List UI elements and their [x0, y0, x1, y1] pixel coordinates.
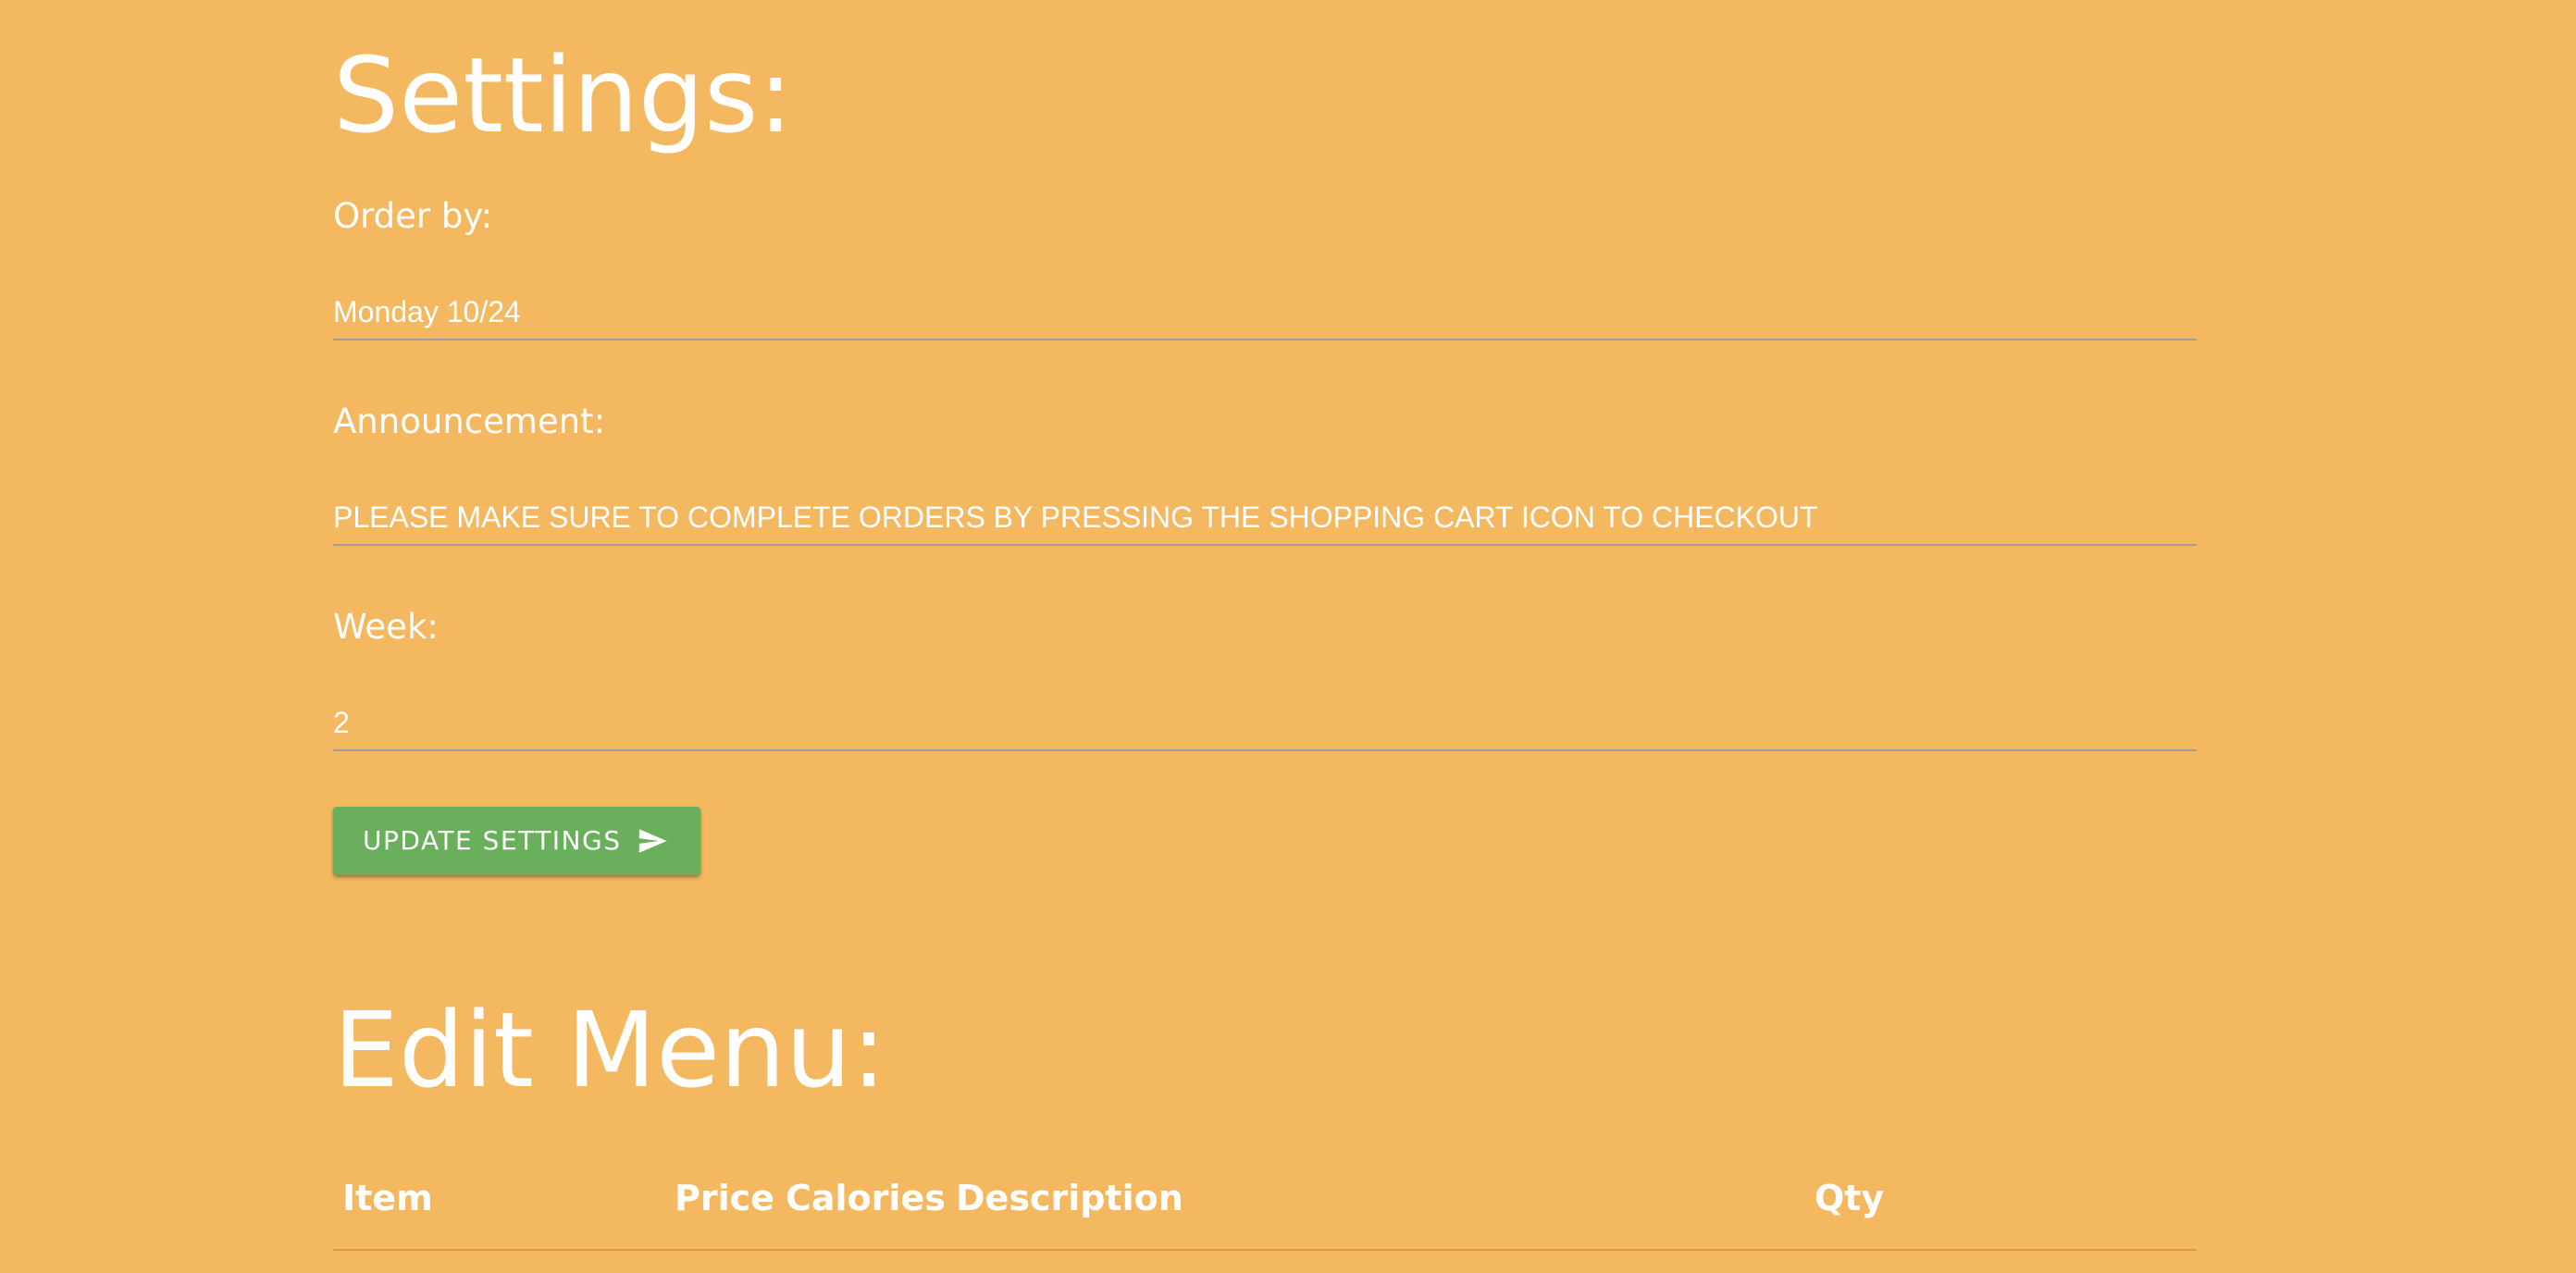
- send-icon: [638, 829, 667, 853]
- announcement-field: [333, 490, 2197, 546]
- edit-menu-title: Edit Menu:: [333, 991, 886, 1111]
- order-by-field: [333, 285, 2197, 340]
- announcement-label: Announcement:: [333, 402, 606, 441]
- column-header-calories: Calories: [786, 1178, 946, 1218]
- update-settings-label: UPDATE SETTINGS: [363, 825, 622, 856]
- week-input[interactable]: [333, 696, 2197, 749]
- order-by-label: Order by:: [333, 196, 493, 236]
- column-header-description: Description: [956, 1178, 1183, 1218]
- order-by-input[interactable]: [333, 285, 2197, 339]
- settings-title: Settings:: [333, 36, 794, 156]
- announcement-input[interactable]: [333, 490, 2197, 544]
- week-field: [333, 696, 2197, 751]
- column-header-qty: Qty: [1814, 1178, 1885, 1218]
- week-label: Week:: [333, 607, 439, 647]
- table-header-divider: [333, 1249, 2197, 1251]
- update-settings-button[interactable]: UPDATE SETTINGS: [333, 807, 700, 875]
- column-header-price: Price: [675, 1178, 774, 1218]
- column-header-item: Item: [342, 1178, 433, 1218]
